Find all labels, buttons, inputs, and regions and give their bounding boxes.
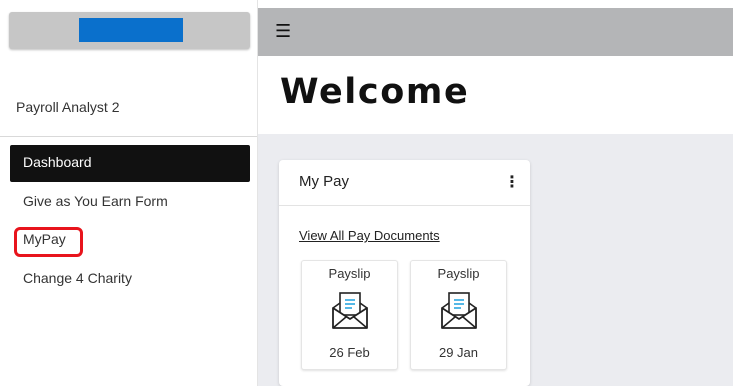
card-title: My Pay [299, 173, 350, 190]
document-date: 26 Feb [329, 345, 370, 360]
open-envelope-document-icon [332, 292, 368, 329]
payslip-tile[interactable]: Payslip 29 Jan [410, 260, 507, 370]
sidebar-item-give-as-you-earn[interactable]: Give as You Earn Form [10, 184, 250, 221]
document-date: 29 Jan [438, 345, 479, 360]
document-type: Payslip [328, 266, 371, 281]
mypay-highlight-box [14, 227, 83, 257]
document-type: Payslip [437, 266, 480, 281]
user-name: Payroll Analyst 2 [16, 99, 120, 115]
card-divider [279, 205, 530, 206]
top-bar: ☰ [258, 8, 733, 56]
view-all-pay-documents-link[interactable]: View All Pay Documents [299, 228, 440, 243]
open-envelope-document-icon [441, 292, 477, 329]
more-vertical-icon[interactable]: ⋮ [504, 172, 520, 192]
logo-bar [9, 12, 250, 49]
sidebar: Payroll Analyst 2 Dashboard Give as You … [0, 0, 257, 386]
sidebar-item-label: Give as You Earn Form [23, 193, 168, 209]
page-header: Welcome [258, 56, 733, 134]
sidebar-divider [0, 136, 257, 137]
sidebar-item-label: Change 4 Charity [23, 270, 132, 286]
my-pay-card: My Pay ⋮ View All Pay Documents Payslip … [279, 160, 530, 386]
payslip-tile[interactable]: Payslip 26 Feb [301, 260, 398, 370]
sidebar-item-dashboard[interactable]: Dashboard [10, 145, 250, 182]
sidebar-item-change-4-charity[interactable]: Change 4 Charity [10, 261, 250, 298]
page-title: Welcome [280, 72, 470, 112]
sidebar-item-label: Dashboard [23, 154, 92, 170]
hamburger-icon[interactable]: ☰ [275, 22, 291, 40]
company-logo[interactable] [79, 18, 183, 42]
